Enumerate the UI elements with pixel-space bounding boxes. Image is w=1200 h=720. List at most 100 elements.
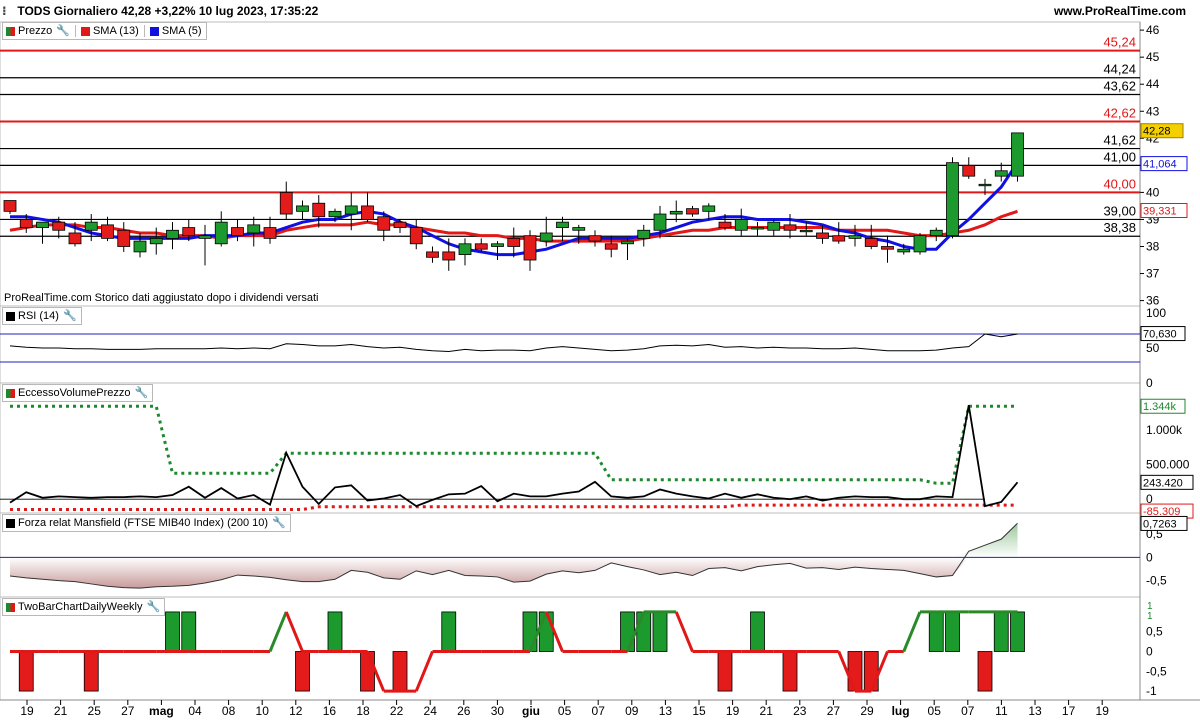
x-axis-label: 07 — [961, 704, 975, 718]
twobar-daily-bar — [522, 611, 538, 652]
candle — [458, 243, 472, 256]
rsi-axis-tick: 0 — [1146, 376, 1153, 390]
twobar-legend[interactable]: TwoBarChartDailyWeekly 🔧 — [2, 598, 166, 616]
twobar-daily-bar — [847, 651, 863, 692]
twobar-daily-bar — [620, 611, 635, 652]
wrench-icon[interactable]: 🔧 — [56, 23, 70, 39]
x-axis-label: 19 — [726, 704, 740, 718]
x-axis-label: 13 — [659, 704, 673, 718]
candle — [913, 235, 927, 253]
x-axis-label: 11 — [995, 704, 1008, 718]
twobar-daily-bar — [181, 611, 197, 652]
candle — [166, 229, 179, 239]
mansfield-legend[interactable]: Forza relat Mansfield (FTSE MIB40 Index)… — [2, 514, 291, 532]
candle — [279, 191, 293, 215]
legend-evp: EccessoVolumePrezzo — [18, 387, 131, 399]
x-axis-label: 05 — [928, 704, 942, 718]
candle — [604, 243, 618, 250]
x-axis-label: lug — [892, 704, 910, 718]
x-axis-label: 07 — [592, 704, 606, 718]
chart-header: ⁝ TODS Giornaliero 42,28 +3,22% 10 lug 2… — [2, 0, 318, 22]
wrench-icon[interactable]: 🔧 — [135, 385, 149, 401]
candle — [409, 227, 423, 245]
x-axis-label: 24 — [424, 704, 438, 718]
price-legend[interactable]: Prezzo 🔧 SMA (13) SMA (5) — [2, 22, 207, 40]
twobar-value-bottom: 1 — [1147, 611, 1153, 622]
twobar-daily-bar — [327, 611, 343, 652]
price-axis-tick: 43 — [1146, 104, 1160, 118]
twobar-axis-tick: -1 — [1146, 684, 1157, 698]
x-axis-label: 19 — [1096, 704, 1110, 718]
candle — [832, 235, 846, 242]
x-axis-label: 05 — [558, 704, 572, 718]
candle — [133, 240, 147, 253]
evp-axis-tick: 500.000 — [1146, 458, 1190, 472]
rsi-line — [9, 333, 1018, 353]
x-axis-label: 30 — [491, 704, 505, 718]
x-axis-label: 26 — [457, 704, 471, 718]
candle — [117, 229, 131, 247]
twobar-weekly-line — [674, 611, 694, 653]
twobar-daily-bar — [750, 611, 765, 652]
price-level-label: 42,62 — [1103, 106, 1136, 121]
price-level-label: 41,00 — [1103, 149, 1136, 164]
chart-canvas: 464544434241403938373645,2444,2443,6242,… — [0, 21, 1200, 718]
site-link[interactable]: www.ProRealTime.com — [1054, 0, 1186, 22]
menu-icon[interactable]: ⁝ — [2, 0, 14, 22]
candle — [426, 251, 439, 258]
x-axis-label: 18 — [356, 704, 370, 718]
mansfield-negative-area — [10, 557, 1018, 589]
last-price-label: 42,28 — [1143, 126, 1171, 138]
x-axis-label: 09 — [625, 704, 639, 718]
twobar-daily-bar — [392, 651, 408, 692]
candle — [68, 232, 82, 245]
candle — [312, 202, 326, 218]
twobar-color-swatch — [6, 602, 15, 612]
twobar-daily-bar — [18, 651, 34, 692]
twobar-weekly-line — [284, 611, 304, 653]
candle — [848, 235, 862, 239]
wrench-icon[interactable]: 🔧 — [63, 308, 77, 324]
candle — [344, 205, 358, 215]
candle — [442, 251, 456, 261]
twobar-daily-bar — [441, 611, 457, 652]
candle — [816, 232, 829, 239]
sma13-color-swatch — [80, 26, 90, 36]
candle — [523, 235, 537, 261]
candle — [653, 213, 667, 231]
candle — [3, 200, 17, 212]
candle — [556, 221, 569, 228]
candle — [718, 221, 732, 228]
candle — [263, 227, 277, 239]
evp-upper-label: 1.344k — [1143, 401, 1177, 413]
x-axis-label: 21 — [54, 704, 68, 718]
candle — [799, 229, 813, 233]
wrench-icon[interactable]: 🔧 — [147, 599, 161, 615]
x-axis-label: 29 — [860, 704, 874, 718]
rsi-legend[interactable]: RSI (14) 🔧 — [2, 307, 82, 325]
mansfield-axis-tick: -0,5 — [1146, 574, 1167, 588]
evp-legend[interactable]: EccessoVolumePrezzo 🔧 — [2, 384, 154, 402]
candle — [19, 219, 33, 228]
mansfield-value-label: 0,7263 — [1143, 518, 1177, 530]
price-axis-tick: 37 — [1146, 267, 1160, 281]
price-axis-tick: 38 — [1146, 239, 1160, 253]
wrench-icon[interactable]: 🔧 — [272, 515, 286, 531]
candle — [864, 237, 878, 247]
candle — [572, 227, 586, 231]
candle — [101, 224, 114, 239]
evp-color-swatch — [6, 388, 15, 398]
x-axis-label: 08 — [222, 704, 236, 718]
candle — [881, 246, 894, 250]
candle — [751, 227, 764, 230]
candle — [52, 221, 66, 231]
legend-twobar: TwoBarChartDailyWeekly — [18, 601, 143, 613]
twobar-daily-bar — [717, 651, 733, 692]
x-axis-label: 04 — [188, 704, 202, 718]
twobar-weekly-line — [414, 650, 434, 692]
x-axis-label: 15 — [692, 704, 706, 718]
twobar-daily-bar — [538, 611, 554, 652]
candle — [702, 205, 716, 212]
twobar-daily-bar — [1010, 611, 1025, 652]
candle — [328, 210, 342, 218]
